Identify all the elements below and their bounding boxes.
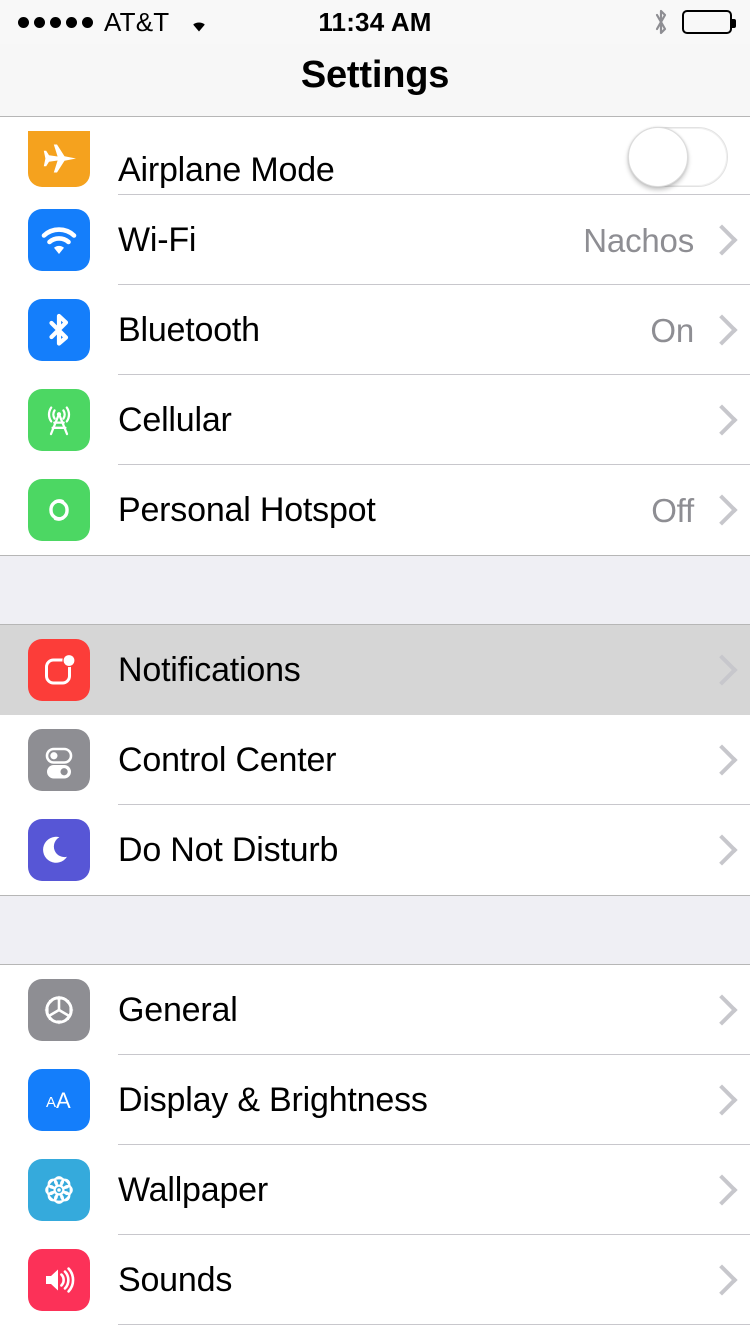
airplane-icon <box>28 131 90 187</box>
settings-group-system: General A A Display & Brightness Wallpap… <box>0 965 750 1325</box>
bluetooth-status-value: On <box>650 311 694 349</box>
settings-row-label: Notifications <box>118 651 301 689</box>
settings-row-control-center[interactable]: Control Center <box>0 715 750 805</box>
wifi-network-value: Nachos <box>583 221 694 259</box>
settings-screen: AT&T 11:34 AM Settings Airplane Mode Wi-… <box>0 0 750 1334</box>
settings-row-label: Do Not Disturb <box>118 831 339 869</box>
control-center-icon <box>28 729 90 791</box>
row-separator <box>118 1324 750 1325</box>
chevron-right-icon <box>710 654 728 686</box>
settings-list[interactable]: Airplane Mode Wi-Fi Nachos Bluetooth On … <box>0 118 750 1334</box>
battery-status-icon <box>682 10 736 34</box>
settings-row-accessory: Off <box>651 494 750 527</box>
settings-row-accessory <box>710 1174 750 1206</box>
flower-icon <box>28 1159 90 1221</box>
cellular-icon <box>28 389 90 451</box>
settings-row-label: Bluetooth <box>118 311 260 349</box>
settings-row-accessory <box>710 744 750 776</box>
chevron-right-icon <box>710 1174 728 1206</box>
settings-row-do-not-disturb[interactable]: Do Not Disturb <box>0 805 750 895</box>
airplane-mode-toggle[interactable] <box>628 127 728 187</box>
carrier-label: AT&T <box>104 7 170 37</box>
settings-row-accessory: Nachos <box>583 224 750 257</box>
settings-row-airplane-mode[interactable]: Airplane Mode <box>0 118 750 195</box>
signal-dot <box>66 16 77 28</box>
settings-row-label: General <box>118 991 238 1029</box>
signal-strength-dots <box>18 16 93 28</box>
settings-row-bluetooth[interactable]: Bluetooth On <box>0 285 750 375</box>
chevron-right-icon <box>710 834 728 866</box>
settings-row-notifications[interactable]: Notifications <box>0 625 750 715</box>
settings-row-accessory <box>710 834 750 866</box>
chevron-right-icon <box>710 314 728 346</box>
settings-row-general[interactable]: General <box>0 965 750 1055</box>
settings-group-notifications: Notifications Control Center Do Not Dist… <box>0 625 750 895</box>
status-bar-right <box>652 8 736 36</box>
text-size-icon: A A <box>28 1069 90 1131</box>
chevron-right-icon <box>710 494 728 526</box>
chevron-right-icon <box>710 1084 728 1116</box>
chevron-right-icon <box>710 1264 728 1296</box>
settings-row-wallpaper[interactable]: Wallpaper <box>0 1145 750 1235</box>
wifi-icon <box>28 209 90 271</box>
chevron-right-icon <box>710 224 728 256</box>
moon-icon <box>28 819 90 881</box>
hotspot-icon <box>28 479 90 541</box>
settings-row-label: Cellular <box>118 401 232 439</box>
speaker-icon <box>28 1249 90 1311</box>
hotspot-status-value: Off <box>651 491 694 529</box>
gear-icon <box>28 979 90 1041</box>
settings-row-label: Sounds <box>118 1261 233 1299</box>
settings-row-sounds[interactable]: Sounds <box>0 1235 750 1325</box>
toggle-knob <box>628 127 688 187</box>
signal-dot <box>82 16 93 28</box>
svg-text:A: A <box>46 1094 56 1111</box>
settings-row-personal-hotspot[interactable]: Personal Hotspot Off <box>0 465 750 555</box>
settings-row-accessory <box>710 654 750 686</box>
group-separator <box>0 555 750 625</box>
settings-row-accessory: On <box>650 314 750 347</box>
settings-row-label: Wallpaper <box>118 1171 269 1209</box>
group-separator <box>0 895 750 965</box>
settings-row-accessory <box>628 127 750 187</box>
chevron-right-icon <box>710 404 728 436</box>
settings-row-label: Wi-Fi <box>118 221 197 259</box>
notifications-icon <box>28 639 90 701</box>
settings-row-label: Personal Hotspot <box>118 491 376 529</box>
navigation-bar: Settings <box>0 44 750 117</box>
bluetooth-icon <box>28 299 90 361</box>
settings-row-accessory <box>710 1264 750 1296</box>
bluetooth-status-icon <box>652 8 670 36</box>
settings-group-connectivity: Airplane Mode Wi-Fi Nachos Bluetooth On … <box>0 118 750 555</box>
battery-cap <box>732 19 736 28</box>
wifi-status-icon <box>184 10 214 34</box>
status-bar-left: AT&T <box>18 9 214 35</box>
status-bar: AT&T 11:34 AM <box>0 0 750 44</box>
svg-text:A: A <box>56 1088 71 1113</box>
settings-row-accessory <box>710 404 750 436</box>
settings-row-label: Display & Brightness <box>118 1081 428 1119</box>
settings-row-label: Airplane Mode <box>118 151 335 189</box>
signal-dot <box>34 16 45 28</box>
settings-row-accessory <box>710 994 750 1026</box>
chevron-right-icon <box>710 994 728 1026</box>
settings-row-wifi[interactable]: Wi-Fi Nachos <box>0 195 750 285</box>
settings-row-accessory <box>710 1084 750 1116</box>
settings-row-cellular[interactable]: Cellular <box>0 375 750 465</box>
chevron-right-icon <box>710 744 728 776</box>
settings-row-label: Control Center <box>118 741 337 779</box>
settings-row-display-brightness[interactable]: A A Display & Brightness <box>0 1055 750 1145</box>
signal-dot <box>50 16 61 28</box>
page-title: Settings <box>300 54 450 96</box>
signal-dot <box>18 16 29 28</box>
